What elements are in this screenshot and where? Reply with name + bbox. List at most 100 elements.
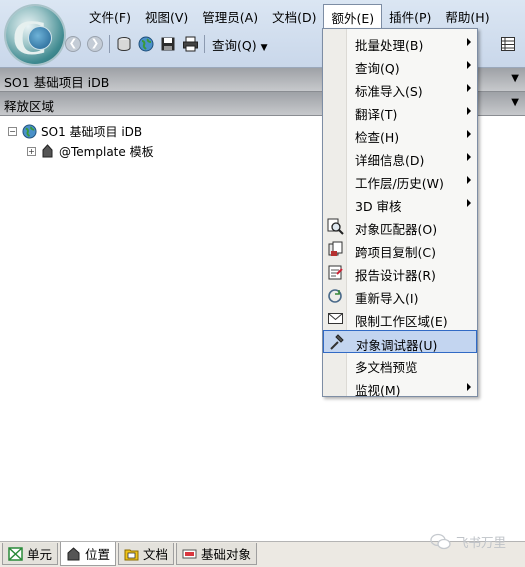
menu-item-restrict-work-area[interactable]: 限制工作区域(E) [323, 307, 477, 330]
menu-item-label: 监视(M) [355, 383, 401, 398]
extra-menu-dropdown: 批量处理(B) 查询(Q) 标准导入(S) 翻译(T) 检查(H) 详细信息(D… [322, 28, 478, 399]
menu-item-monitor[interactable]: 监视(M) [323, 376, 477, 399]
forward-button[interactable]: ❯ [84, 33, 106, 55]
menu-plugins[interactable]: 插件(P) [382, 4, 438, 26]
menu-item-label: 查询(Q) [355, 61, 400, 76]
copy-icon [328, 241, 343, 256]
globe-icon [22, 123, 37, 139]
tree-node-root-label: SO1 基础项目 iDB [41, 124, 143, 139]
menu-item-label: 批量处理(B) [355, 38, 424, 53]
submenu-arrow-icon [467, 61, 471, 69]
tab-document-label: 文档 [143, 547, 169, 562]
menu-item-label: 翻译(T) [355, 107, 398, 122]
menu-item-label: 多文档预览 [355, 360, 418, 375]
menu-document[interactable]: 文档(D) [265, 4, 323, 26]
logo-globe-icon [28, 26, 52, 50]
menu-item-label: 限制工作区域(E) [355, 314, 448, 329]
menu-item-reimport[interactable]: 重新导入(I) [323, 284, 477, 307]
back-button[interactable]: ❮ [62, 33, 84, 55]
watermark: 飞书万里 [430, 532, 506, 551]
print-button[interactable] [179, 33, 201, 55]
watermark-text: 飞书万里 [456, 535, 507, 550]
menu-help[interactable]: 帮助(H) [438, 4, 496, 26]
chevron-down-icon: ▼ [260, 42, 268, 53]
tree-node-template[interactable]: + @Template 模板 [27, 142, 154, 160]
menu-item-check[interactable]: 检查(H) [323, 123, 477, 146]
globe-icon [138, 36, 154, 52]
database-button[interactable] [113, 33, 135, 55]
reimport-icon [328, 289, 342, 303]
menu-item-label: 3D 审核 [355, 199, 402, 214]
menu-item-query[interactable]: 查询(Q) [323, 54, 477, 77]
forward-arrow-icon: ❯ [87, 36, 103, 52]
menu-item-label: 跨项目复制(C) [355, 245, 436, 260]
query-label: 查询(Q) [212, 37, 257, 53]
menu-item-batch[interactable]: 批量处理(B) [323, 31, 477, 54]
app-logo[interactable]: C [6, 6, 64, 64]
hammer-icon [330, 334, 344, 350]
menu-item-report-designer[interactable]: 报告设计器(R) [323, 261, 477, 284]
query-dropdown-button[interactable]: 查询(Q) ▼ [208, 35, 272, 54]
menu-item-object-debugger[interactable]: 对象调试器(U) [323, 330, 477, 353]
submenu-arrow-icon [467, 107, 471, 115]
tab-cell-label: 单元 [27, 547, 53, 562]
menu-item-standard-import[interactable]: 标准导入(S) [323, 77, 477, 100]
project-selector-label: SO1 基础项目 iDB [4, 75, 110, 90]
database-icon [117, 37, 131, 52]
menu-view[interactable]: 视图(V) [138, 4, 195, 26]
back-arrow-icon: ❮ [65, 36, 81, 52]
save-button[interactable] [157, 33, 179, 55]
chevron-down-icon[interactable]: ▼ [511, 73, 519, 84]
print-icon [182, 36, 198, 52]
tab-location-label: 位置 [85, 547, 111, 562]
menu-admin[interactable]: 管理员(A) [195, 4, 265, 26]
menu-bar: 文件(F) 视图(V) 管理员(A) 文档(D) 额外(E) 插件(P) 帮助(… [82, 4, 497, 28]
list-view-icon [501, 37, 515, 51]
menu-item-label: 详细信息(D) [355, 153, 425, 168]
menu-item-translate[interactable]: 翻译(T) [323, 100, 477, 123]
submenu-arrow-icon [467, 38, 471, 46]
menu-file[interactable]: 文件(F) [82, 4, 138, 26]
tree-node-root[interactable]: − SO1 基础项目 iDB [8, 122, 142, 140]
base-object-icon [182, 549, 197, 558]
submenu-arrow-icon [467, 176, 471, 184]
menu-extra[interactable]: 额外(E) [323, 4, 383, 28]
chevron-down-icon[interactable]: ▼ [511, 97, 519, 108]
location-icon [67, 546, 80, 560]
menu-item-label: 标准导入(S) [355, 84, 423, 99]
submenu-arrow-icon [467, 383, 471, 391]
save-icon [161, 37, 175, 51]
menu-item-3d-review[interactable]: 3D 审核 [323, 192, 477, 215]
submenu-arrow-icon [467, 130, 471, 138]
tab-location[interactable]: 位置 [60, 542, 117, 566]
menu-item-multi-document-preview[interactable]: 多文档预览 [323, 353, 477, 376]
list-view-button[interactable] [496, 33, 520, 55]
menu-item-label: 工作层/历史(W) [355, 176, 444, 191]
submenu-arrow-icon [467, 84, 471, 92]
menu-item-details[interactable]: 详细信息(D) [323, 146, 477, 169]
magnifier-icon [327, 218, 344, 235]
menu-item-label: 重新导入(I) [355, 291, 419, 306]
toolbar: ❮ ❯ 查询(Q) ▼ [62, 31, 272, 57]
wechat-icon [430, 533, 451, 549]
cell-icon [8, 546, 23, 561]
envelope-icon [328, 313, 343, 324]
menu-item-cross-project-copy[interactable]: 跨项目复制(C) [323, 238, 477, 261]
menu-item-label: 对象调试器(U) [356, 338, 438, 353]
menu-item-label: 检查(H) [355, 130, 400, 145]
submenu-arrow-icon [467, 199, 471, 207]
expand-icon[interactable]: + [27, 146, 36, 156]
tab-document[interactable]: 文档 [118, 543, 175, 565]
tab-cell[interactable]: 单元 [2, 543, 59, 565]
tree-node-template-label: @Template 模板 [59, 144, 154, 159]
menu-item-label: 报告设计器(R) [355, 268, 436, 283]
document-folder-icon [124, 549, 139, 560]
template-house-icon [42, 144, 53, 158]
report-icon [328, 265, 343, 280]
menu-item-work-layer-history[interactable]: 工作层/历史(W) [323, 169, 477, 192]
submenu-arrow-icon [467, 153, 471, 161]
menu-item-object-matcher[interactable]: 对象匹配器(O) [323, 215, 477, 238]
collapse-icon[interactable]: − [8, 126, 17, 136]
tab-base-object[interactable]: 基础对象 [176, 543, 258, 565]
globe-button[interactable] [135, 33, 157, 55]
